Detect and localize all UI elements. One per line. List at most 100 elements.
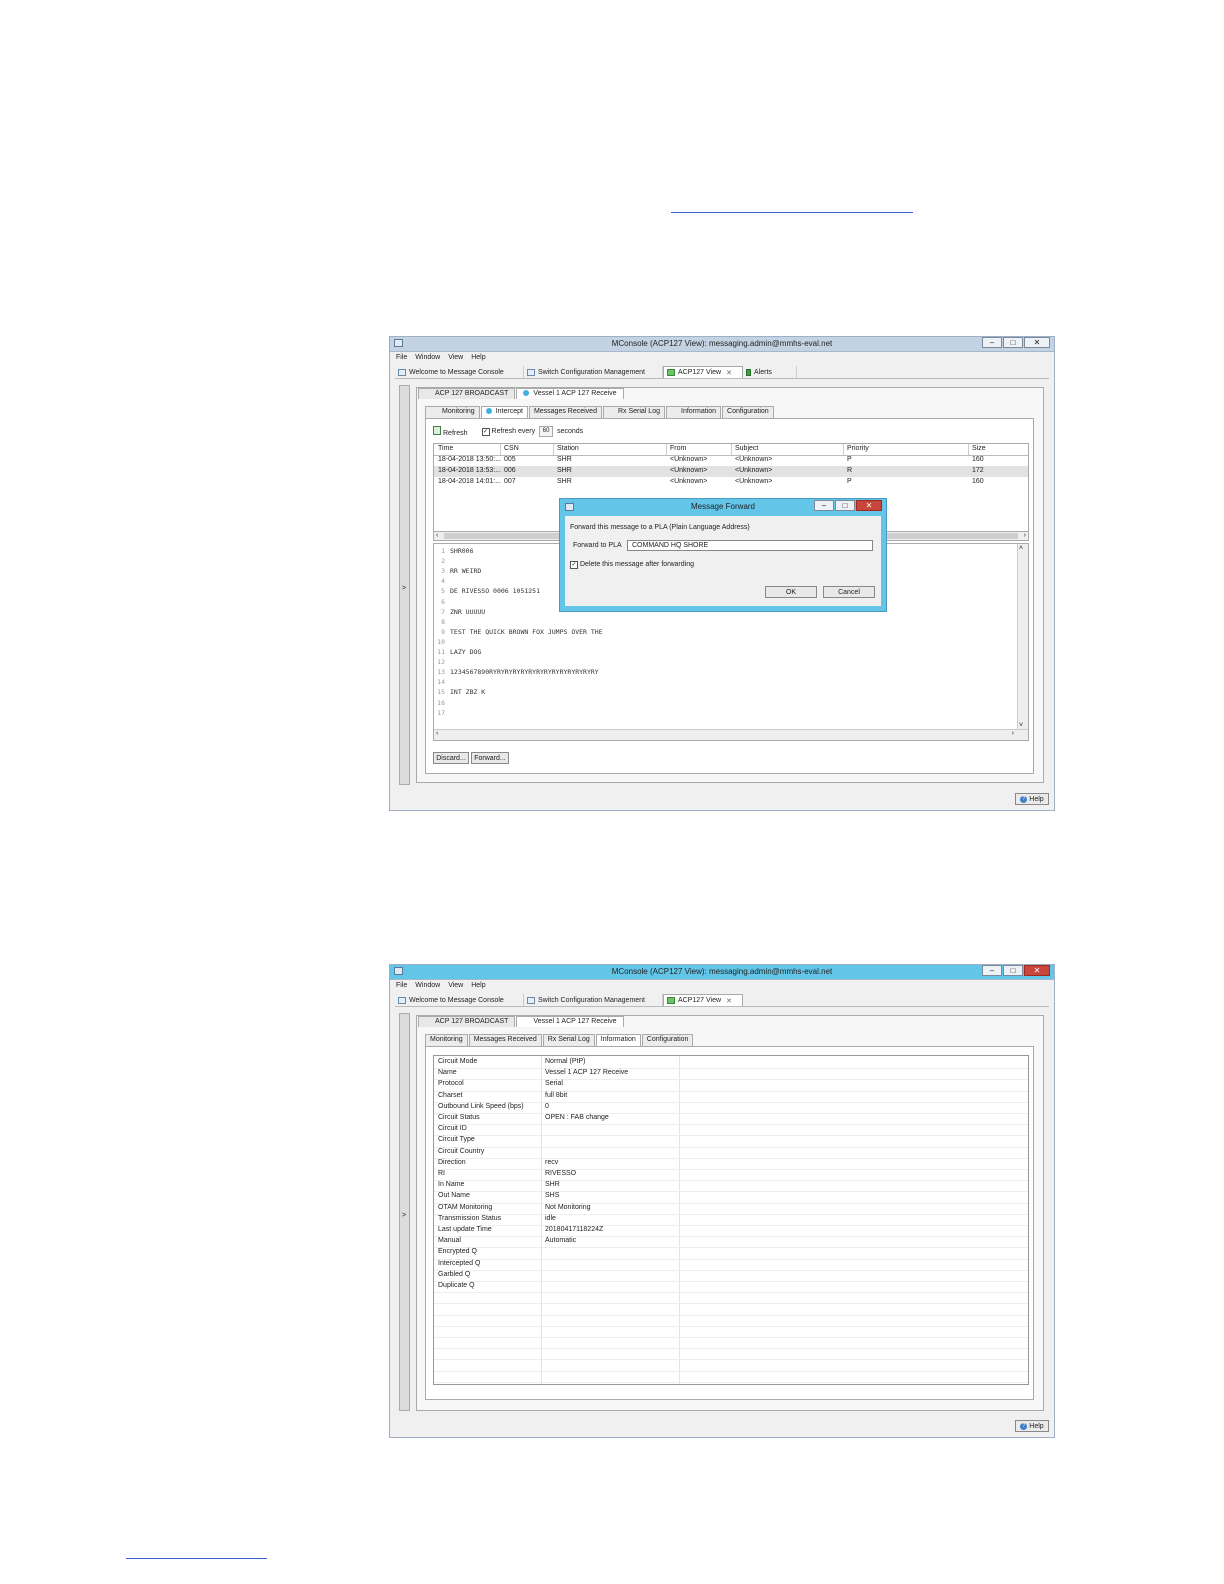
tab-acp127-view[interactable]: ACP127 View ✕ bbox=[663, 994, 743, 1006]
info-value: Not Monitoring bbox=[545, 1203, 591, 1211]
menu-view[interactable]: View bbox=[448, 354, 463, 361]
refresh-every-checkbox[interactable]: ✓ Refresh every bbox=[481, 427, 535, 436]
tab-messages-received[interactable]: Messages Received bbox=[528, 406, 602, 418]
table-row[interactable]: 18-04-2018 13:50:... 005 SHR <Unknown> <Un… bbox=[434, 455, 1028, 466]
scroll-right-icon[interactable]: › bbox=[1024, 532, 1026, 539]
forward-to-pla-input[interactable]: COMMAND HQ SHORE bbox=[627, 540, 873, 551]
info-key: Circuit Mode bbox=[438, 1058, 478, 1065]
tab-rx-serial-log[interactable]: Rx Serial Log bbox=[602, 406, 665, 418]
side-panel-toggle[interactable]: > bbox=[399, 1013, 410, 1411]
tab-monitoring[interactable]: Monitoring bbox=[425, 406, 480, 418]
tab-switch-config[interactable]: Switch Configuration Management bbox=[524, 366, 663, 378]
info-key: Garbled Q bbox=[438, 1270, 471, 1278]
col-subject[interactable]: Subject bbox=[735, 445, 758, 452]
col-priority[interactable]: Priority bbox=[847, 445, 869, 452]
side-panel-toggle[interactable]: > bbox=[399, 385, 410, 785]
circuit-information-table: Circuit Mode Normal (PtP) Name Vessel 1 ACP… bbox=[433, 1055, 1029, 1385]
dialog-close-button[interactable]: ✕ bbox=[856, 500, 882, 511]
footnote-link-underline[interactable] bbox=[126, 1558, 267, 1559]
info-key: Last update Time bbox=[438, 1226, 492, 1233]
menu-view[interactable]: View bbox=[448, 982, 463, 989]
discard-button[interactable]: Discard... bbox=[433, 752, 469, 764]
line-number: 13 bbox=[437, 668, 445, 677]
line-number: 17 bbox=[437, 708, 445, 717]
scroll-left-icon[interactable]: ‹ bbox=[436, 532, 438, 539]
close-tab-icon[interactable]: ✕ bbox=[726, 369, 732, 377]
table-row-selected[interactable]: 18-04-2018 13:53:... 006 SHR <Unknown> <Un… bbox=[434, 466, 1028, 477]
tab-information[interactable]: Information bbox=[666, 406, 722, 418]
scroll-up-icon[interactable]: ˄ bbox=[1019, 545, 1023, 552]
menu-file[interactable]: File bbox=[396, 354, 407, 361]
tab-welcome[interactable]: Welcome to Message Console bbox=[395, 994, 524, 1006]
tab-acp127-view[interactable]: ACP127 View ✕ bbox=[663, 366, 743, 378]
menu-window[interactable]: Window bbox=[415, 354, 440, 361]
close-button[interactable]: ✕ bbox=[1024, 337, 1050, 348]
tab-alerts[interactable]: Alerts bbox=[743, 366, 797, 378]
maximize-button[interactable]: □ bbox=[1003, 337, 1023, 348]
info-value: idle bbox=[545, 1214, 556, 1222]
tab-vessel1-receive[interactable]: Vessel 1 ACP 127 Receive bbox=[516, 388, 624, 399]
close-tab-icon[interactable]: ✕ bbox=[726, 997, 732, 1005]
tab-messages-received[interactable]: Messages Received bbox=[468, 1034, 542, 1046]
help-button[interactable]: ? Help bbox=[1015, 793, 1049, 805]
menu-help[interactable]: Help bbox=[471, 982, 485, 989]
editor-vertical-scrollbar[interactable]: ˄ ˅ bbox=[1017, 544, 1028, 730]
info-key: Encrypted Q bbox=[438, 1248, 477, 1256]
tab-welcome[interactable]: Welcome to Message Console bbox=[395, 366, 524, 378]
delete-after-forward-checkbox[interactable]: ✓ Delete this message after forwarding bbox=[570, 561, 694, 569]
switch-config-icon bbox=[527, 996, 535, 1004]
info-row bbox=[434, 1371, 1028, 1383]
menu-file[interactable]: File bbox=[396, 982, 407, 989]
col-csn[interactable]: CSN bbox=[504, 445, 519, 452]
line-number: 15 bbox=[437, 688, 445, 697]
line-text: DE RIVESSO 0006 1051251 bbox=[450, 587, 541, 596]
line-text: RR WEIRD bbox=[450, 567, 482, 576]
tab-acp127-broadcast[interactable]: ACP 127 BROADCAST bbox=[418, 388, 516, 399]
col-time[interactable]: Time bbox=[438, 445, 453, 452]
table-row[interactable]: 18-04-2018 14:01:... 007 SHR <Unknown> <Un… bbox=[434, 477, 1028, 488]
tab-rx-serial-log[interactable]: Rx Serial Log bbox=[542, 1034, 595, 1046]
tab-vessel1-receive[interactable]: Vessel 1 ACP 127 Receive bbox=[516, 1016, 624, 1027]
scroll-right-icon[interactable]: › bbox=[1012, 730, 1014, 737]
close-button[interactable]: ✕ bbox=[1024, 965, 1050, 976]
info-value: 20180417118224Z bbox=[545, 1226, 604, 1233]
tab-configuration[interactable]: Configuration bbox=[641, 1034, 694, 1046]
col-size[interactable]: Size bbox=[972, 445, 986, 452]
scroll-down-icon[interactable]: ˅ bbox=[1019, 722, 1023, 729]
minimize-button[interactable]: ‒ bbox=[982, 965, 1002, 976]
tab-switch-config[interactable]: Switch Configuration Management bbox=[524, 994, 663, 1006]
refresh-button[interactable]: Refresh bbox=[433, 426, 468, 437]
menu-help[interactable]: Help bbox=[471, 354, 485, 361]
info-key: Manual bbox=[438, 1237, 461, 1245]
line-text: TEST THE QUICK BROWN FOX JUMPS OVER THE bbox=[450, 627, 603, 636]
forward-button[interactable]: Forward... bbox=[471, 752, 509, 764]
info-value: 0 bbox=[545, 1102, 549, 1110]
maximize-button[interactable]: □ bbox=[1003, 965, 1023, 976]
menu-window[interactable]: Window bbox=[415, 982, 440, 989]
toolbar: Refresh ✓ Refresh every 60 seconds bbox=[433, 426, 583, 437]
dialog-minimize-button[interactable]: ‒ bbox=[814, 500, 834, 511]
info-value: Serial bbox=[545, 1080, 563, 1088]
message-line: 16 bbox=[434, 699, 1004, 709]
info-key: RI bbox=[438, 1170, 445, 1177]
tab-configuration[interactable]: Configuration bbox=[722, 406, 774, 418]
editor-horizontal-scrollbar[interactable]: ‹ › bbox=[434, 729, 1028, 740]
title-bar: MConsole (ACP127 View): messaging.admin@… bbox=[390, 337, 1054, 352]
cancel-button[interactable]: Cancel bbox=[823, 586, 875, 598]
scroll-left-icon[interactable]: ‹ bbox=[436, 730, 438, 737]
help-button[interactable]: ? Help bbox=[1015, 1420, 1049, 1432]
page-link-underline[interactable] bbox=[671, 212, 913, 213]
ok-button[interactable]: OK bbox=[765, 586, 817, 598]
dialog-maximize-button[interactable]: □ bbox=[835, 500, 855, 511]
tab-information[interactable]: Information bbox=[595, 1034, 641, 1046]
refresh-seconds-input[interactable]: 60 bbox=[539, 426, 554, 437]
circuit-tabs: ACP 127 BROADCAST Vessel 1 ACP 127 Recei… bbox=[418, 1016, 625, 1027]
tab-intercept[interactable]: Intercept bbox=[480, 406, 528, 418]
col-from[interactable]: From bbox=[670, 445, 686, 452]
info-value: RIVESSO bbox=[545, 1170, 577, 1177]
window-title: MConsole (ACP127 View): messaging.admin@… bbox=[611, 967, 833, 976]
minimize-button[interactable]: ‒ bbox=[982, 337, 1002, 348]
tab-acp127-broadcast[interactable]: ACP 127 BROADCAST bbox=[418, 1016, 516, 1027]
tab-monitoring[interactable]: Monitoring bbox=[425, 1034, 468, 1046]
col-station[interactable]: Station bbox=[557, 445, 579, 452]
